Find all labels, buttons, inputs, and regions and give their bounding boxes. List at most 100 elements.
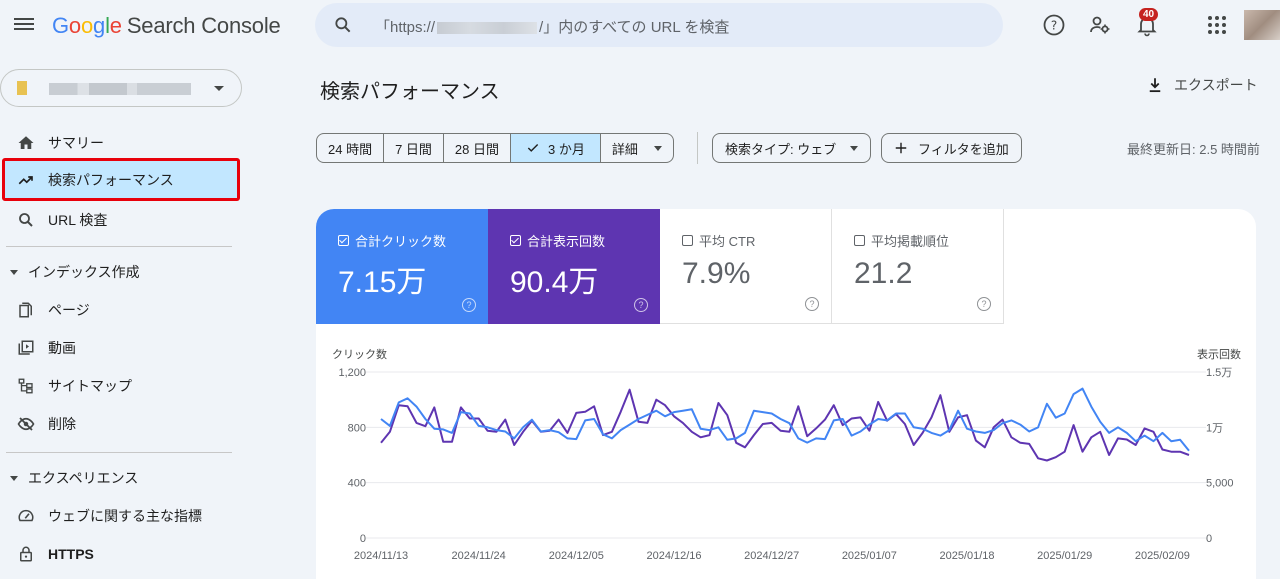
date-range-label: 詳細 [611, 141, 638, 157]
page-title: 検索パフォーマンス [320, 81, 500, 103]
property-selector[interactable] [0, 69, 242, 107]
date-range-label: 28 日間 [454, 141, 499, 157]
home-icon [16, 133, 36, 153]
product-name: Search Console [126, 13, 281, 38]
logo-letter: G [52, 13, 69, 38]
date-range-more[interactable]: 詳細 [601, 134, 673, 162]
date-range-label: 3 か月 [548, 141, 585, 157]
search-icon [335, 17, 351, 33]
apps-icon[interactable] [1205, 13, 1229, 37]
sidebar-item-url-inspection[interactable]: URL 検査 [0, 201, 238, 239]
sidebar-divider [6, 452, 232, 453]
expand-arrow-icon [10, 475, 18, 481]
x-axis-tick: 2024/11/13 [354, 550, 408, 562]
date-range-3m[interactable]: 3 か月 [511, 134, 601, 162]
sidebar-item-sitemaps[interactable]: サイトマップ [0, 367, 238, 405]
sidebar-item-label: サマリー [48, 135, 104, 151]
sidebar-item-label: URL 検査 [48, 212, 108, 228]
right-axis-tick: 1.5万 [1206, 367, 1232, 379]
left-axis-title: クリック数 [332, 348, 387, 361]
add-filter-label: フィルタを追加 [918, 141, 1009, 157]
search-icon [16, 210, 36, 230]
date-range-24h[interactable]: 24 時間 [317, 134, 385, 162]
redacted-domain [437, 22, 538, 35]
sidebar-section-label: インデックス作成 [28, 264, 140, 280]
x-axis-tick: 2024/12/27 [744, 550, 799, 562]
sidebar-item-https[interactable]: HTTPS [0, 535, 238, 573]
pages-icon [16, 300, 36, 320]
date-range-label: 7 日間 [395, 141, 432, 157]
sitemap-icon [16, 376, 36, 396]
logo-letter: o [80, 13, 94, 38]
search-placeholder: 「https:// /」内のすべての URL を検査 [375, 16, 729, 37]
expand-arrow-icon [10, 269, 18, 275]
property-favicon [17, 81, 27, 95]
search-placeholder-prefix: 「https:// [375, 19, 436, 36]
logo-letter: o [68, 13, 81, 38]
date-range-28d[interactable]: 28 日間 [444, 134, 511, 162]
sidebar-item-core-web-vitals[interactable]: ウェブに関する主な指標 [0, 497, 238, 535]
redacted-property-name [49, 83, 191, 95]
manage-users-icon[interactable] [1088, 13, 1112, 37]
chevron-down-icon [653, 145, 662, 151]
url-inspection-search[interactable]: 「https:// /」内のすべての URL を検査 [315, 3, 1003, 47]
impressions-series-line[interactable] [380, 388, 1190, 462]
sidebar-item-label: 動画 [48, 340, 76, 356]
search-type-label: 検索タイプ: ウェブ [725, 141, 837, 157]
x-axis-tick: 2025/01/07 [842, 550, 897, 562]
date-range-selector: 24 時間 7 日間 28 日間 3 か月 詳細 [316, 133, 674, 163]
sidebar-item-search-performance[interactable]: 検索パフォーマンス [2, 158, 240, 201]
google-search-console-logo[interactable]: Google Search Console [52, 13, 281, 39]
sidebar-section-indexing[interactable]: インデックス作成 [0, 257, 238, 287]
sidebar-item-label: サイトマップ [48, 378, 132, 394]
left-axis-tick: 800 [348, 422, 366, 434]
left-axis-tick: 1,200 [338, 367, 366, 379]
chevron-down-icon [850, 145, 859, 151]
sidebar-item-pages[interactable]: ページ [0, 291, 238, 329]
chevron-down-icon [214, 86, 224, 91]
right-axis-tick: 5,000 [1206, 478, 1234, 490]
x-axis-tick: 2024/12/05 [549, 550, 604, 562]
top-app-bar: Google Search Console 「https:// /」内のすべての U… [0, 0, 1280, 52]
right-axis-title: 表示回数 [1197, 347, 1241, 361]
performance-chart: クリック数 表示回数 0 0 400 5,000 800 1万 1,200 1.5万 2024/… [332, 347, 1241, 562]
sidebar-item-label: HTTPS [48, 546, 94, 562]
x-axis-tick: 2024/11/24 [452, 550, 506, 562]
trending-up-icon [16, 170, 36, 190]
plus-icon [895, 142, 907, 154]
logo-letter: g [93, 13, 106, 38]
x-axis-tick: 2024/12/16 [646, 550, 701, 562]
sidebar-item-removals[interactable]: 削除 [0, 405, 238, 443]
help-icon[interactable]: ? [1042, 13, 1066, 37]
left-axis-tick: 400 [348, 478, 366, 490]
sidebar-item-label: 検索パフォーマンス [48, 171, 174, 188]
account-avatar[interactable] [1244, 10, 1280, 40]
search-placeholder-suffix: /」内のすべての URL を検査 [539, 19, 730, 36]
download-icon [1149, 78, 1161, 93]
check-icon [527, 144, 539, 152]
sidebar-section-label: エクスペリエンス [28, 470, 139, 486]
left-axis-tick: 0 [360, 533, 366, 545]
filter-divider [697, 132, 698, 164]
right-axis-tick: 0 [1206, 533, 1212, 545]
performance-card: 合計クリック数 7.15万 ? 合計表示回数 90.4万 ? 平均 CTR 7.… [316, 209, 1256, 579]
x-axis-tick: 2025/01/29 [1037, 550, 1092, 562]
sidebar-item-video[interactable]: 動画 [0, 329, 238, 367]
export-button[interactable]: エクスポート [1146, 75, 1258, 95]
add-filter-button[interactable]: フィルタを追加 [881, 133, 1022, 163]
sidebar-item-label: ウェブに関する主な指標 [48, 508, 202, 524]
svg-text:?: ? [1051, 19, 1057, 33]
lock-icon [16, 544, 36, 564]
x-axis-tick: 2025/01/18 [939, 550, 994, 562]
sidebar-item-label: ページ [48, 302, 90, 318]
search-type-dropdown[interactable]: 検索タイプ: ウェブ [712, 133, 872, 163]
sidebar-item-label: 削除 [48, 416, 76, 432]
main-menu-icon[interactable] [14, 15, 34, 33]
export-label: エクスポート [1174, 77, 1258, 93]
notifications-badge: 40 [1139, 8, 1159, 21]
date-range-label: 24 時間 [328, 141, 373, 157]
sidebar-item-summary[interactable]: サマリー [0, 124, 238, 162]
x-axis-tick: 2025/02/09 [1135, 550, 1190, 562]
date-range-7d[interactable]: 7 日間 [384, 134, 444, 162]
sidebar-section-experience[interactable]: エクスペリエンス [0, 463, 238, 493]
